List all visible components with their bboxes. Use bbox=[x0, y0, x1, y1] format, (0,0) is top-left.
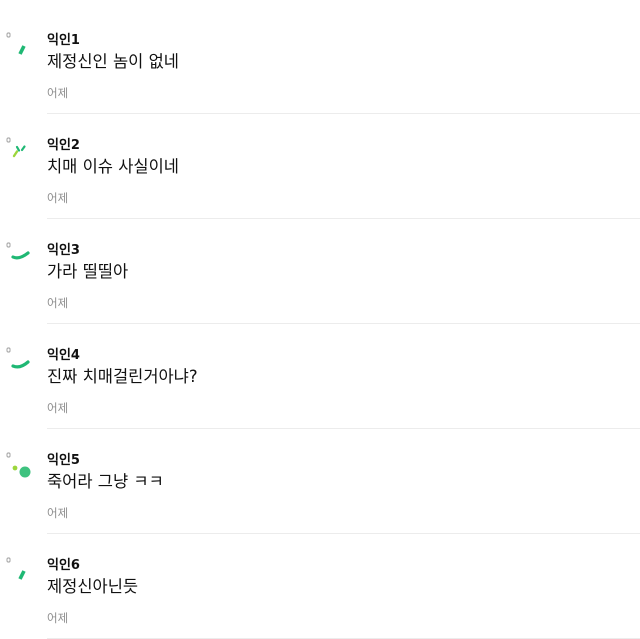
comment-nickname[interactable]: 익인1 bbox=[47, 33, 80, 49]
comment-item: 익인6 제정신아닌듯 어제 bbox=[0, 534, 640, 639]
comment-text: 제정신아닌듯 bbox=[47, 577, 139, 596]
comment-nickname[interactable]: 익인3 bbox=[47, 243, 80, 259]
comment-date: 어제 bbox=[47, 401, 69, 415]
comment-nickname[interactable]: 익인4 bbox=[47, 348, 80, 364]
comment-nickname[interactable]: 익인2 bbox=[47, 138, 80, 154]
slash-avatar-icon[interactable] bbox=[5, 557, 35, 587]
comment-item: 익인1 제정신인 놈이 없네 어제 bbox=[0, 0, 640, 114]
comment-list: 익인1 제정신인 놈이 없네 어제 익인2 치매 이슈 사실이네 어제 익인3 … bbox=[0, 0, 640, 639]
comment-date: 어제 bbox=[47, 296, 69, 310]
comment-date: 어제 bbox=[47, 86, 69, 100]
comment-item: 익인3 가라 띨띨아 어제 bbox=[0, 219, 640, 324]
slash-avatar-icon[interactable] bbox=[5, 32, 35, 62]
comment-date: 어제 bbox=[47, 191, 69, 205]
comment-date: 어제 bbox=[47, 506, 69, 520]
comment-text: 죽어라 그냥 ㅋㅋ bbox=[47, 472, 164, 491]
comment-item: 익인2 치매 이슈 사실이네 어제 bbox=[0, 114, 640, 219]
comment-item: 익인5 죽어라 그냥 ㅋㅋ 어제 bbox=[0, 429, 640, 534]
dot-avatar-icon[interactable] bbox=[5, 452, 35, 482]
arc-avatar-icon[interactable] bbox=[5, 242, 35, 272]
comment-text: 제정신인 놈이 없네 bbox=[47, 52, 179, 71]
comment-item: 익인4 진짜 치매걸린거아냐? 어제 bbox=[0, 324, 640, 429]
comment-text: 치매 이슈 사실이네 bbox=[47, 157, 179, 176]
double-dash-avatar-icon[interactable] bbox=[5, 137, 35, 167]
comment-nickname[interactable]: 익인6 bbox=[47, 558, 80, 574]
comment-date: 어제 bbox=[47, 611, 69, 625]
comment-text: 진짜 치매걸린거아냐? bbox=[47, 367, 198, 386]
comment-nickname[interactable]: 익인5 bbox=[47, 453, 80, 469]
arc-avatar-icon[interactable] bbox=[5, 347, 35, 377]
comment-text: 가라 띨띨아 bbox=[47, 262, 129, 281]
